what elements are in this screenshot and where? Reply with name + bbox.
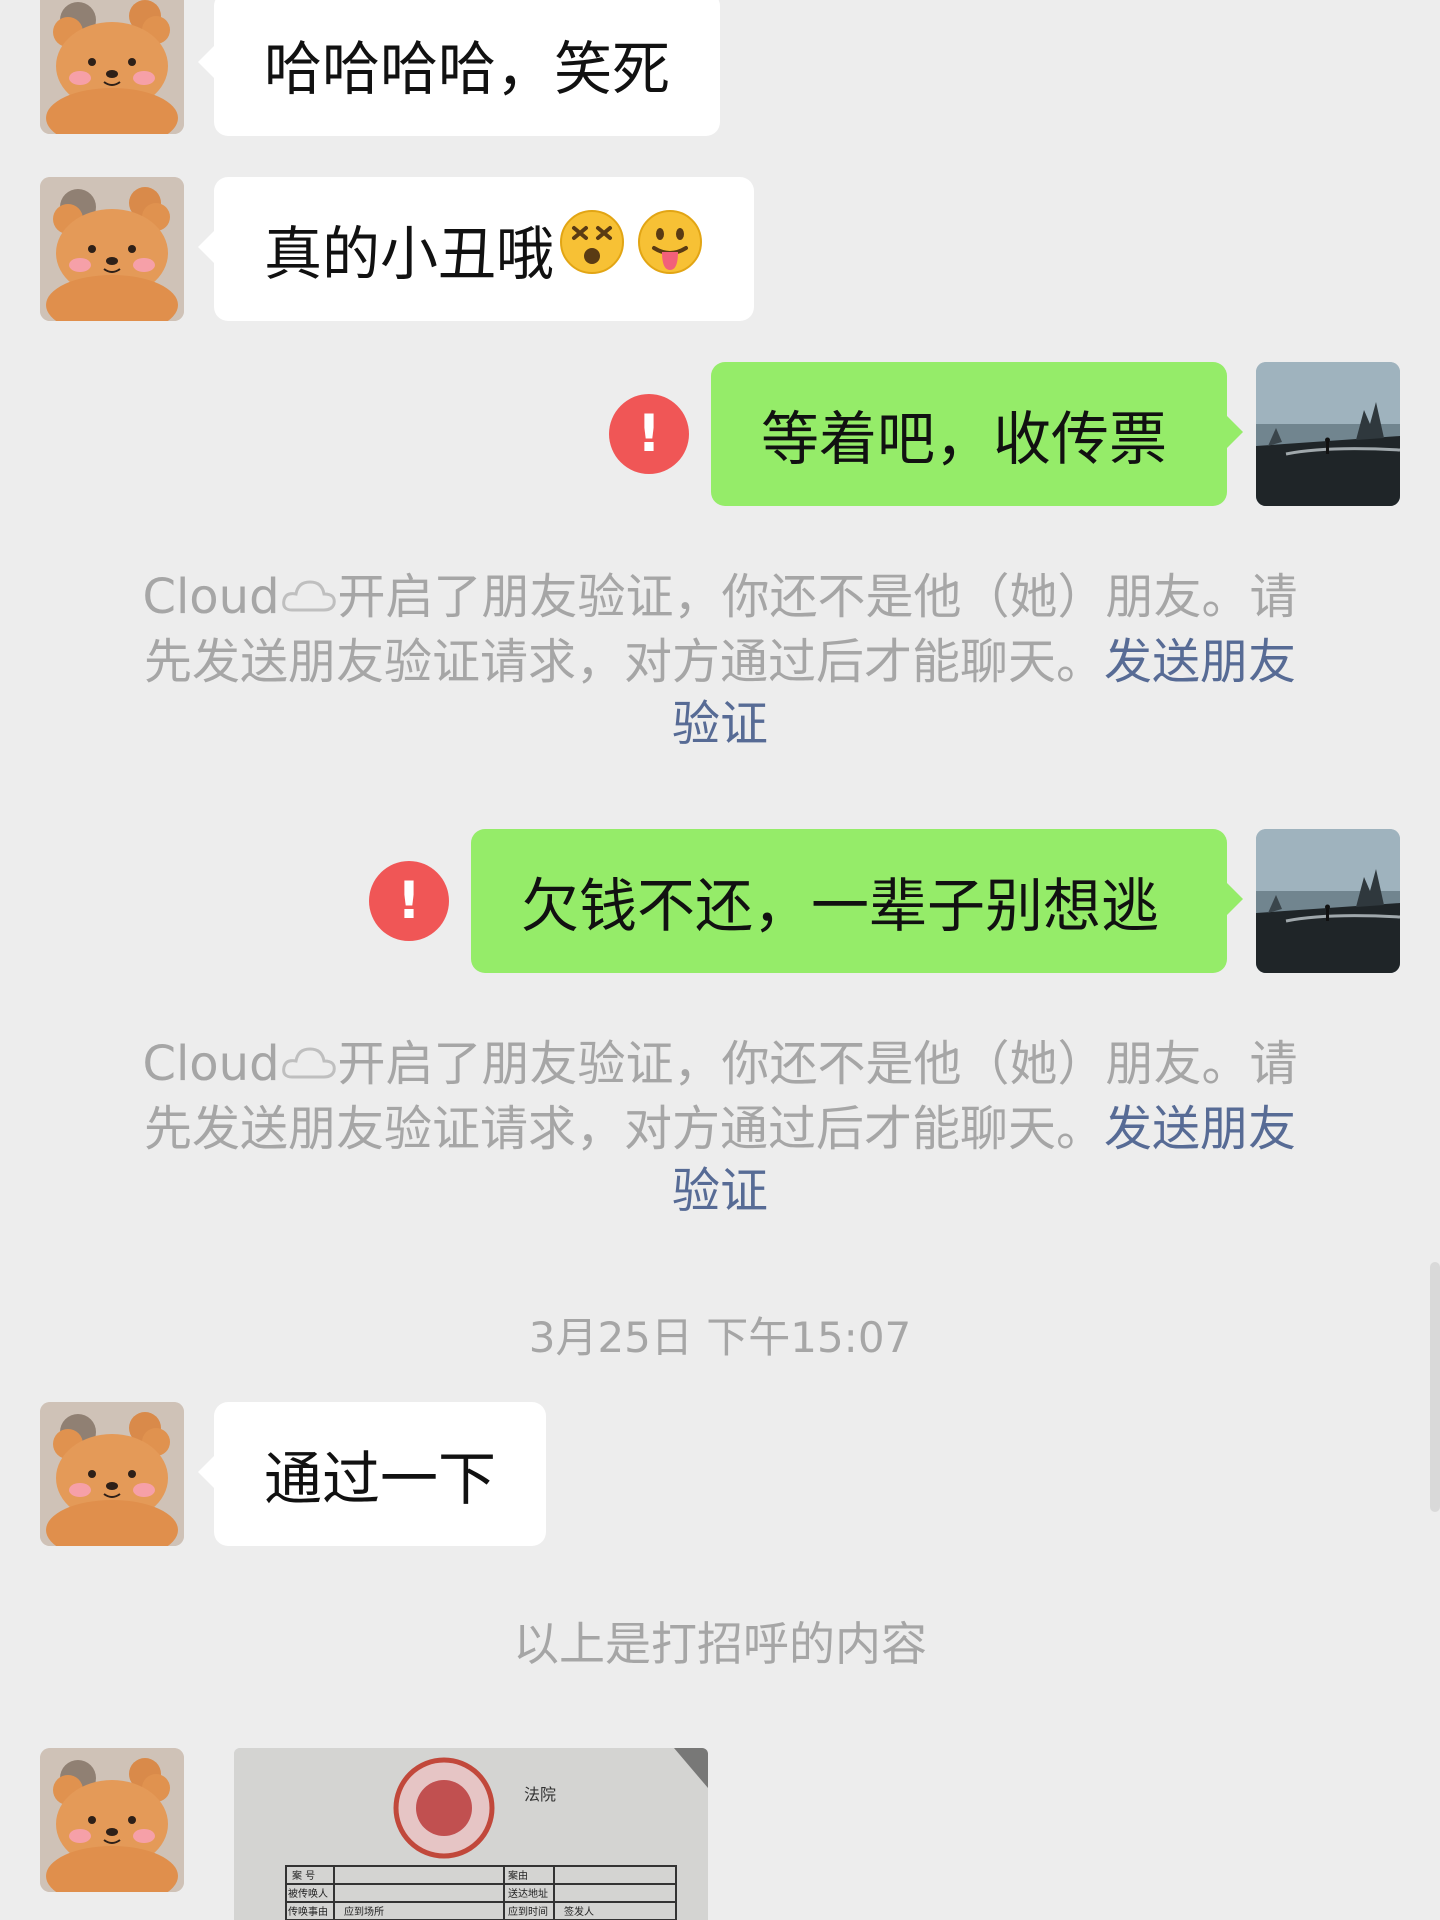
notice-text-1: 开启了朋友验证，你还不是他（她）朋友。请 [337,1036,1298,1092]
notice-text-2: 先发送朋友验证请求，对方通过后才能聊天。 [143,634,1104,690]
self-avatar[interactable] [1256,829,1400,973]
summons-image-message[interactable]: 法院 案 号 案由 被传唤人 送达地址 传唤事由 应到场所 应到时间 签发人 [234,1748,708,1920]
message-bubble-outgoing[interactable]: 欠钱不还，一辈子别想逃 [471,829,1243,973]
send-verification-link-cont[interactable]: 验证 [672,696,768,752]
message-bubble-incoming[interactable]: 通过一下 [197,1402,547,1546]
form-cell: 案 号 [292,1869,315,1882]
tongue-out-emoji [636,208,704,290]
notice-line-3: 验证 [95,693,1345,755]
message-timestamp: 3月25日 下午15:07 [528,1313,912,1362]
notice-line-1: Cloud 开启了朋友验证，你还不是他（她）朋友。请 [95,566,1345,631]
message-bubble-incoming[interactable]: 哈哈哈哈，笑死 [197,0,721,136]
scrollbar-thumb[interactable] [1430,1262,1440,1512]
message-text: 通过一下 [264,1445,497,1513]
friend-verification-notice: Cloud 开启了朋友验证，你还不是他（她）朋友。请 先发送朋友验证请求，对方通过… [95,566,1345,755]
message-text: 等着吧，收传票 [761,405,1168,473]
greeting-divider: 以上是打招呼的内容 [513,1617,927,1671]
cloud-icon [280,1036,338,1098]
notice-contact-name: Cloud [142,1036,280,1092]
message-text: 欠钱不还，一辈子别想逃 [521,872,1160,940]
friend-verification-notice: Cloud 开启了朋友验证，你还不是他（她）朋友。请 先发送朋友验证请求，对方通过… [95,1033,1345,1222]
stamp-text: 法院 [524,1785,556,1804]
send-failed-icon[interactable]: ! [369,861,449,941]
dizzy-face-emoji [558,208,626,290]
form-cell: 被传唤人 [288,1887,328,1900]
form-cell: 签发人 [564,1905,594,1918]
message-bubble-incoming[interactable]: 真的小丑哦 [197,177,755,321]
notice-text-1: 开启了朋友验证，你还不是他（她）朋友。请 [337,569,1298,625]
send-verification-link[interactable]: 发送朋友 [1104,1101,1296,1157]
notice-line-3: 验证 [95,1160,1345,1222]
notice-line-1: Cloud 开启了朋友验证，你还不是他（她）朋友。请 [95,1033,1345,1098]
self-avatar[interactable] [1256,362,1400,506]
message-text: 真的小丑哦 [264,220,555,288]
message-bubble-outgoing[interactable]: 等着吧，收传票 [711,362,1243,506]
notice-contact-name: Cloud [142,569,280,625]
send-verification-link-cont[interactable]: 验证 [672,1163,768,1219]
contact-avatar[interactable] [40,0,184,134]
form-cell: 应到时间 [508,1905,548,1918]
form-cell: 传唤事由 [288,1905,328,1918]
form-cell: 案由 [508,1869,528,1882]
notice-line-2: 先发送朋友验证请求，对方通过后才能聊天。发送朋友 [95,631,1345,693]
contact-avatar[interactable] [40,1748,184,1892]
send-verification-link[interactable]: 发送朋友 [1104,634,1296,690]
send-failed-icon[interactable]: ! [609,394,689,474]
notice-text-2: 先发送朋友验证请求，对方通过后才能聊天。 [143,1101,1104,1157]
form-cell: 应到场所 [344,1905,384,1918]
message-text: 哈哈哈哈，笑死 [264,35,671,103]
cloud-icon [280,569,338,631]
contact-avatar[interactable] [40,1402,184,1546]
notice-line-2: 先发送朋友验证请求，对方通过后才能聊天。发送朋友 [95,1098,1345,1160]
contact-avatar[interactable] [40,177,184,321]
form-cell: 送达地址 [508,1887,548,1900]
